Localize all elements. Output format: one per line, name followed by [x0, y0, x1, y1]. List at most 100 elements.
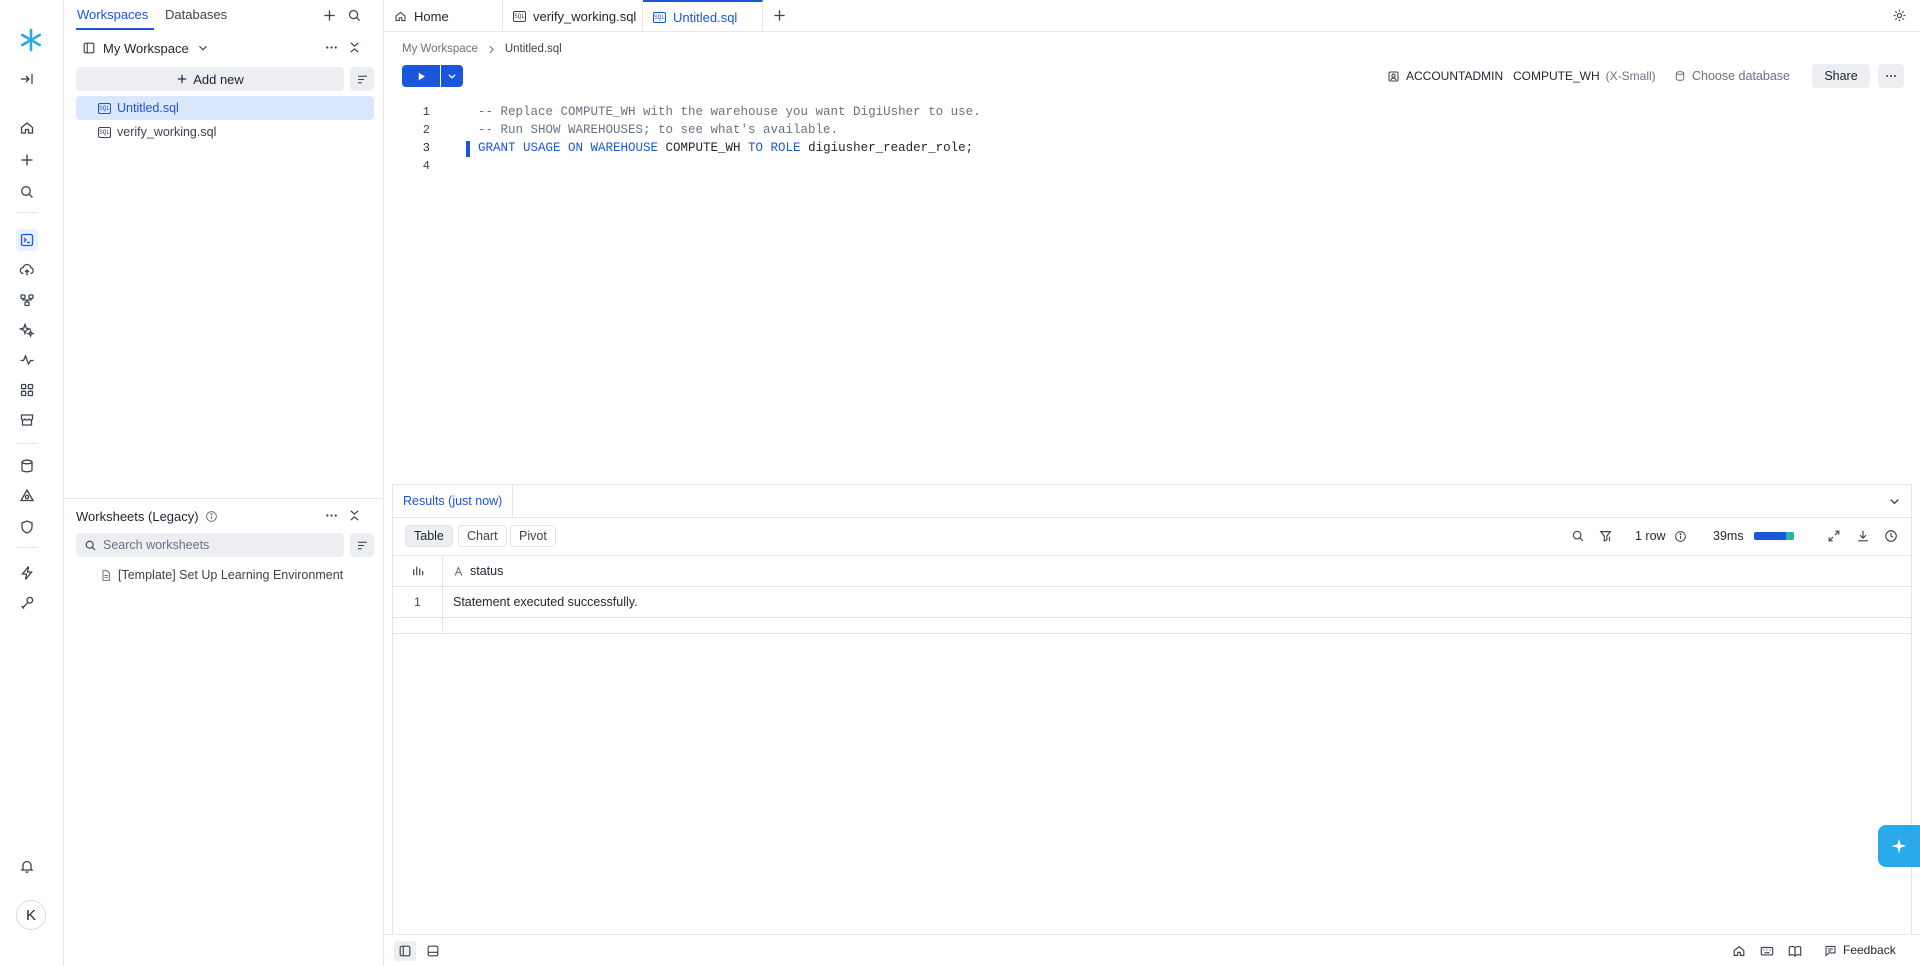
search-worksheets-input[interactable]: [103, 538, 333, 552]
row-index: [393, 618, 443, 633]
database-selector[interactable]: Choose database: [1674, 66, 1790, 86]
view-chart-button[interactable]: Chart: [458, 525, 507, 547]
sort-icon: [357, 541, 367, 549]
more-icon: [1886, 74, 1896, 78]
row-count-label: 1 row: [1635, 529, 1666, 543]
new-tab-icon[interactable]: [768, 4, 790, 26]
sql-editor-icon[interactable]: [16, 229, 38, 251]
panel-divider[interactable]: [64, 498, 384, 499]
home-icon[interactable]: [16, 117, 38, 139]
sort-worksheets-button[interactable]: [350, 533, 374, 557]
sort-files-button[interactable]: [350, 67, 374, 91]
role-selector[interactable]: ACCOUNTADMIN: [1387, 66, 1503, 86]
data-ingest-icon[interactable]: [16, 259, 38, 281]
ai-ml-icon[interactable]: [16, 319, 38, 341]
settings-gear-icon[interactable]: [1888, 4, 1910, 26]
warehouse-selector[interactable]: COMPUTE_WH (X-Small): [1513, 66, 1656, 86]
file-item-untitled[interactable]: SQL Untitled.sql: [76, 96, 374, 120]
sql-file-icon: SQL: [98, 102, 111, 114]
projects-icon[interactable]: [16, 289, 38, 311]
keyboard-shortcuts-icon[interactable]: [1756, 941, 1778, 961]
admin-icon[interactable]: [16, 592, 38, 614]
tab-home[interactable]: Home: [384, 0, 503, 32]
breadcrumb-root[interactable]: My Workspace: [402, 43, 478, 55]
add-workspace-icon[interactable]: [318, 4, 340, 26]
add-new-button[interactable]: Add new: [76, 67, 344, 91]
workspace-icon: [83, 42, 95, 54]
apps-icon[interactable]: [16, 379, 38, 401]
worksheet-item-template[interactable]: [Template] Set Up Learning Environment: [100, 566, 343, 584]
view-table-button[interactable]: Table: [405, 525, 453, 547]
results-search-icon[interactable]: [1571, 527, 1585, 545]
plus-icon[interactable]: [16, 149, 38, 171]
row-index-header[interactable]: [393, 556, 443, 586]
sql-identifier: COMPUTE_WH: [658, 141, 749, 155]
info-icon[interactable]: [1674, 530, 1687, 543]
column-header-status[interactable]: status: [443, 556, 1911, 586]
main-area: Home SQL verify_working.sql SQL Untitled…: [384, 0, 1920, 966]
search-files-icon[interactable]: [343, 4, 365, 26]
documentation-icon[interactable]: [1784, 941, 1806, 961]
rail-divider: [17, 443, 37, 444]
run-options-button[interactable]: [441, 65, 463, 87]
search-worksheets-field[interactable]: [76, 533, 344, 557]
editor-tab-bar: Home SQL verify_working.sql SQL Untitled…: [384, 0, 1920, 32]
collapse-legacy-icon[interactable]: [343, 504, 365, 526]
collapse-panel-icon[interactable]: [343, 36, 365, 58]
rail-divider: [17, 547, 37, 548]
results-tab[interactable]: Results (just now): [393, 485, 514, 517]
search-icon[interactable]: [16, 181, 38, 203]
expand-icon[interactable]: [1827, 527, 1841, 545]
chevron-right-icon: [489, 45, 494, 53]
sql-editor[interactable]: 1 2 3 4 -- Replace COMPUTE_WH with the w…: [384, 100, 1920, 480]
governance-icon[interactable]: [16, 485, 38, 507]
history-icon[interactable]: [1884, 527, 1898, 545]
toggle-sidebar-icon[interactable]: [394, 941, 416, 961]
table-header-row: status: [393, 555, 1911, 587]
monitoring-icon[interactable]: [16, 349, 38, 371]
ai-assistant-button[interactable]: [1878, 825, 1920, 867]
view-pivot-button[interactable]: Pivot: [510, 525, 556, 547]
snowflake-logo[interactable]: [19, 28, 43, 52]
filter-icon[interactable]: [1599, 527, 1613, 545]
results-pane: Results (just now) Table Chart Pivot 1 r…: [392, 484, 1912, 934]
avatar[interactable]: K: [16, 900, 46, 930]
tab-workspaces[interactable]: Workspaces: [77, 7, 148, 22]
run-button[interactable]: [402, 65, 440, 87]
workspace-selector[interactable]: My Workspace: [82, 38, 210, 58]
search-icon: [85, 540, 96, 550]
tab-label: Home: [414, 8, 449, 24]
share-button[interactable]: Share: [1812, 64, 1870, 88]
workspace-more-icon[interactable]: [320, 36, 342, 58]
download-icon[interactable]: [1856, 527, 1870, 545]
query-duration[interactable]: 39ms: [1713, 527, 1794, 545]
tab-verify-working[interactable]: SQL verify_working.sql: [503, 0, 643, 32]
line-number: 2: [422, 123, 430, 137]
text-type-icon: [454, 565, 463, 576]
role-icon: [1388, 71, 1399, 81]
tab-untitled[interactable]: SQL Untitled.sql: [643, 0, 763, 32]
info-icon[interactable]: [205, 510, 218, 523]
marketplace-icon[interactable]: [16, 409, 38, 431]
file-item-verify-working[interactable]: SQL verify_working.sql: [76, 120, 374, 144]
notifications-icon[interactable]: [16, 855, 38, 877]
more-options-button[interactable]: [1878, 64, 1904, 88]
horizon-icon[interactable]: [16, 562, 38, 584]
home-icon[interactable]: [1728, 941, 1750, 961]
table-cell[interactable]: Statement executed successfully.: [443, 587, 1911, 617]
feedback-button[interactable]: Feedback: [1824, 943, 1896, 957]
tab-label: Untitled.sql: [673, 9, 738, 25]
table-row[interactable]: 1 Statement executed successfully.: [393, 587, 1911, 618]
collapse-results-icon[interactable]: [1883, 490, 1905, 512]
role-label: ACCOUNTADMIN: [1406, 69, 1504, 83]
legacy-more-icon[interactable]: [320, 504, 342, 526]
collapse-rail-icon[interactable]: [16, 68, 38, 90]
data-icon[interactable]: [16, 455, 38, 477]
code-line-1: -- Replace COMPUTE_WH with the warehouse…: [478, 105, 981, 119]
security-icon[interactable]: [16, 516, 38, 538]
toggle-results-icon[interactable]: [422, 941, 444, 961]
tab-databases[interactable]: Databases: [165, 7, 227, 22]
chevron-down-icon: [198, 45, 207, 51]
sql-keyword: TO ROLE: [748, 141, 801, 155]
workspace-panel: Workspaces Databases My Workspace Add ne…: [64, 0, 384, 966]
